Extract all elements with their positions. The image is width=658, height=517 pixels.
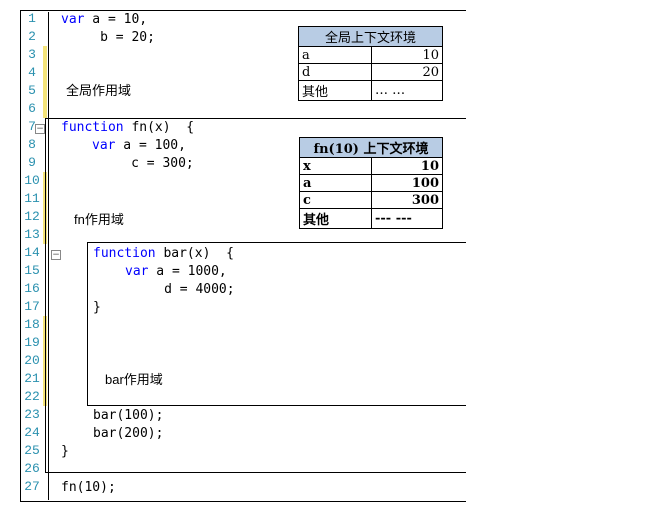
table-row: a 100 [299, 174, 443, 192]
table-row: d 20 [298, 63, 443, 81]
code-diagram: 1 2 3 4 5 6 7 8 9 10 11 12 13 14 15 16 17 18 19 20 21 22 23 24 2… [0, 0, 658, 517]
table-row: 其他 --- --- [299, 208, 443, 229]
code-line-15: var a = 1000, [125, 263, 227, 281]
table-value: 300 [371, 191, 443, 209]
code-line-23: bar(100); [93, 408, 164, 423]
keyword: var [61, 12, 85, 27]
fn-context-table: fn(10) 上下文环境 x 10 a 100 c 300 其他 --- --- [299, 137, 443, 229]
table-row: a 10 [298, 46, 443, 64]
code-text: bar(x) { [155, 246, 234, 261]
code-line-9: c = 300; [92, 156, 194, 171]
table-title: fn(10) 上下文环境 [299, 137, 443, 158]
keyword: function [93, 246, 156, 261]
table-title: 全局上下文环境 [298, 26, 443, 47]
keyword: var [125, 264, 149, 279]
table-row: x 10 [299, 157, 443, 175]
table-row: 其他… … [298, 80, 443, 101]
table-row: c 300 [299, 191, 443, 209]
table-value: 100 [371, 174, 443, 192]
fold-toggle[interactable]: − [51, 250, 61, 260]
global-context-table: 全局上下文环境 a 10 d 20 其他… … [298, 26, 443, 101]
bar-scope-label: bar作用域 [105, 372, 163, 387]
table-key: a [298, 46, 372, 64]
code-line-27: fn(10); [61, 480, 116, 495]
code-line-2: b = 20; [61, 30, 155, 45]
table-key: c [299, 191, 372, 209]
code-line-1: var a = 10, [61, 11, 147, 29]
code-text: a = 1000, [148, 264, 227, 279]
code-line-25: } [61, 444, 69, 459]
code-line-16: d = 4000; [125, 282, 235, 297]
table-value: 20 [371, 63, 443, 81]
table-value: --- --- [371, 208, 443, 229]
table-key: d [298, 63, 372, 81]
table-key: a [299, 174, 372, 192]
code-text: a = 100, [115, 138, 186, 153]
keyword: var [92, 138, 116, 153]
code-line-7: function fn(x) { [61, 119, 194, 137]
table-value: … … [371, 80, 443, 101]
fn-scope-label: fn作用域 [74, 212, 124, 227]
code-line-14: function bar(x) { [93, 245, 234, 263]
table-value: 10 [371, 157, 443, 175]
table-key: 其他 [298, 80, 372, 101]
fold-toggle[interactable]: − [35, 124, 45, 134]
code-text: a = 10, [84, 12, 148, 27]
keyword: function [61, 120, 124, 135]
table-key: 其他 [299, 208, 372, 229]
global-scope-label: 全局作用域 [66, 83, 132, 98]
code-line-17: } [93, 300, 101, 315]
table-value: 10 [371, 46, 443, 64]
code-text: fn(x) { [123, 120, 195, 135]
code-line-24: bar(200); [93, 426, 164, 441]
table-key: x [299, 157, 372, 175]
code-line-8: var a = 100, [92, 137, 186, 155]
